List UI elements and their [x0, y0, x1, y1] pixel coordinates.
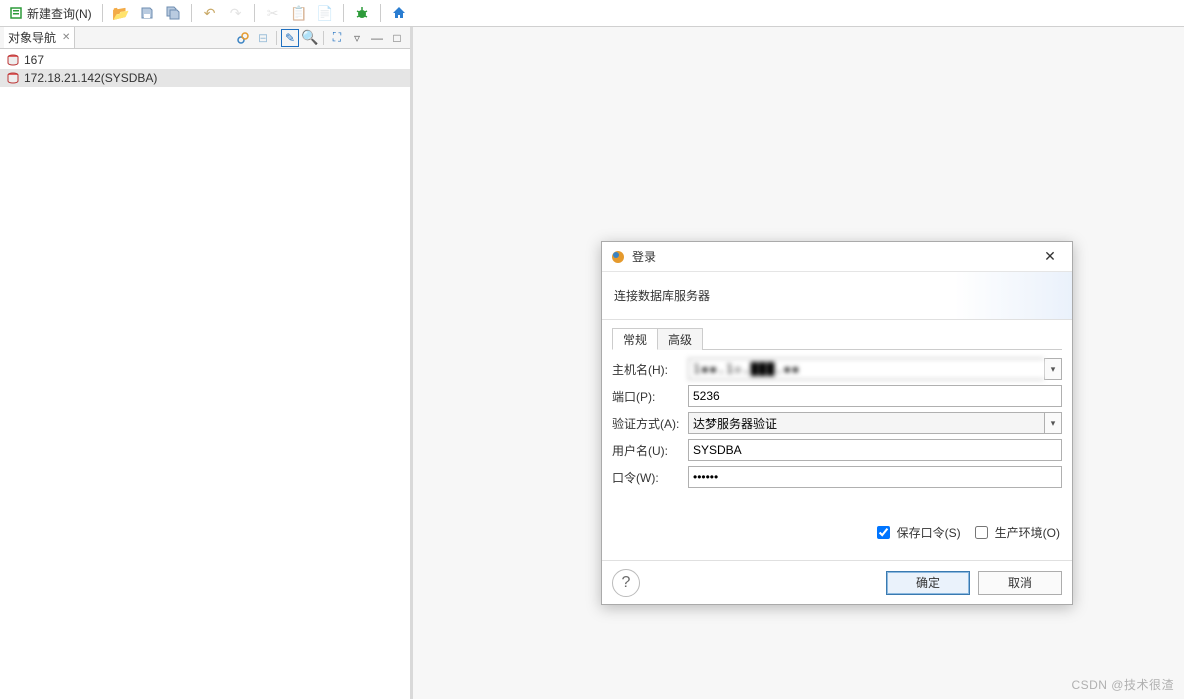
panel-separator — [323, 31, 324, 45]
open-button[interactable]: 📂 — [109, 2, 133, 24]
save-password-checkbox[interactable]: 保存口令(S) — [873, 523, 961, 542]
save-button[interactable] — [135, 2, 159, 24]
auth-select[interactable] — [688, 412, 1044, 434]
left-panel: 对象导航 ✕ ⊟ ✎ 🔍 ⛶ ▿ — □ 1 — [0, 27, 413, 699]
password-label: 口令(W): — [612, 469, 688, 486]
host-label: 主机名(H): — [612, 361, 688, 378]
panel-toolbar: ⊟ ✎ 🔍 ⛶ ▿ — □ — [234, 29, 406, 47]
ok-label: 确定 — [916, 574, 940, 591]
dialog-footer: ? 确定 取消 — [602, 560, 1072, 604]
redo-icon: ↷ — [228, 5, 244, 21]
port-label: 端口(P): — [612, 388, 688, 405]
database-icon — [6, 53, 20, 67]
folder-open-icon: 📂 — [113, 5, 129, 21]
form-row-password: 口令(W): — [612, 464, 1062, 490]
panel-header: 对象导航 ✕ ⊟ ✎ 🔍 ⛶ ▿ — □ — [0, 27, 410, 49]
toolbar-separator — [191, 4, 192, 22]
cut-button[interactable]: ✂ — [261, 2, 285, 24]
save-icon — [139, 5, 155, 21]
save-all-button[interactable] — [161, 2, 185, 24]
home-button[interactable] — [387, 2, 411, 24]
close-icon[interactable]: ✕ — [62, 32, 70, 43]
link-icon[interactable] — [234, 29, 252, 47]
new-query-label: 新建查询(N) — [27, 5, 92, 22]
chevron-down-icon[interactable]: ▾ — [1044, 412, 1062, 434]
chevron-down-icon[interactable]: ▾ — [1044, 358, 1062, 380]
tab-label: 高级 — [668, 331, 692, 348]
new-query-button[interactable]: 新建查询(N) — [4, 2, 96, 24]
host-input[interactable] — [688, 358, 1044, 380]
watermark: CSDN @技术很渣 — [1071, 676, 1174, 693]
tree-item-label: 167 — [24, 53, 44, 67]
checkbox-row: 保存口令(S) 生产环境(O) — [612, 513, 1062, 552]
panel-separator — [276, 31, 277, 45]
help-button[interactable]: ? — [612, 569, 640, 597]
redo-button[interactable]: ↷ — [224, 2, 248, 24]
toolbar-separator — [380, 4, 381, 22]
dialog-tabs: 常规 高级 — [612, 328, 1062, 350]
user-label: 用户名(U): — [612, 442, 688, 459]
save-password-check[interactable] — [877, 526, 890, 539]
search-icon[interactable]: 🔍 — [301, 29, 319, 47]
paste-button[interactable]: 📄 — [313, 2, 337, 24]
paste-icon: 📄 — [317, 5, 333, 21]
login-form: 主机名(H): ▾ 端口(P): 验证方式(A): ▾ — [612, 350, 1062, 497]
collapse-icon[interactable]: ⊟ — [254, 29, 272, 47]
prod-env-label: 生产环境(O) — [995, 524, 1060, 541]
bug-icon — [354, 5, 370, 21]
main-toolbar: 新建查询(N) 📂 ↶ ↷ ✂ 📋 📄 — [0, 0, 1184, 27]
undo-button[interactable]: ↶ — [198, 2, 222, 24]
cancel-button[interactable]: 取消 — [978, 571, 1062, 595]
tree-item[interactable]: 167 — [0, 51, 410, 69]
tab-advanced[interactable]: 高级 — [657, 328, 703, 350]
prod-env-checkbox[interactable]: 生产环境(O) — [971, 523, 1060, 542]
login-dialog: 登录 ✕ 连接数据库服务器 常规 高级 主机名(H): ▾ 端口(P): — [601, 241, 1073, 605]
minimize-icon[interactable]: — — [368, 29, 386, 47]
database-icon — [6, 71, 20, 85]
ok-button[interactable]: 确定 — [886, 571, 970, 595]
password-input[interactable] — [688, 466, 1062, 488]
login-icon — [610, 249, 626, 265]
copy-icon: 📋 — [291, 5, 307, 21]
form-row-user: 用户名(U): — [612, 437, 1062, 463]
copy-button[interactable]: 📋 — [287, 2, 311, 24]
close-button[interactable]: ✕ — [1036, 246, 1064, 268]
dialog-title: 登录 — [632, 248, 656, 265]
tab-label: 常规 — [623, 331, 647, 348]
tree-item-label: 172.18.21.142(SYSDBA) — [24, 71, 157, 85]
dialog-titlebar[interactable]: 登录 ✕ — [602, 242, 1072, 272]
form-row-port: 端口(P): — [612, 383, 1062, 409]
close-icon: ✕ — [1044, 248, 1056, 265]
cut-icon: ✂ — [265, 5, 281, 21]
view-menu-icon[interactable]: ▿ — [348, 29, 366, 47]
form-row-host: 主机名(H): ▾ — [612, 356, 1062, 382]
dialog-body: 常规 高级 主机名(H): ▾ 端口(P): 验证方式(A): — [602, 320, 1072, 560]
panel-tab[interactable]: 对象导航 ✕ — [4, 27, 75, 48]
cancel-label: 取消 — [1008, 574, 1032, 591]
user-input[interactable] — [688, 439, 1062, 461]
undo-icon: ↶ — [202, 5, 218, 21]
save-all-icon — [165, 5, 181, 21]
tab-general[interactable]: 常规 — [612, 328, 658, 350]
form-row-auth: 验证方式(A): ▾ — [612, 410, 1062, 436]
edit-icon[interactable]: ✎ — [281, 29, 299, 47]
toolbar-separator — [254, 4, 255, 22]
tree-item[interactable]: 172.18.21.142(SYSDBA) — [0, 69, 410, 87]
toolbar-separator — [343, 4, 344, 22]
expand-all-icon[interactable]: ⛶ — [328, 29, 346, 47]
home-icon — [391, 5, 407, 21]
new-query-icon — [8, 5, 24, 21]
debug-button[interactable] — [350, 2, 374, 24]
help-icon: ? — [622, 574, 631, 592]
port-input[interactable] — [688, 385, 1062, 407]
prod-env-check[interactable] — [975, 526, 988, 539]
dialog-subtitle: 连接数据库服务器 — [614, 287, 710, 304]
dialog-header: 连接数据库服务器 — [602, 272, 1072, 320]
maximize-icon[interactable]: □ — [388, 29, 406, 47]
panel-tab-label: 对象导航 — [8, 29, 56, 46]
toolbar-separator — [102, 4, 103, 22]
save-password-label: 保存口令(S) — [897, 524, 961, 541]
object-tree[interactable]: 167 172.18.21.142(SYSDBA) — [0, 49, 410, 699]
auth-label: 验证方式(A): — [612, 415, 688, 432]
